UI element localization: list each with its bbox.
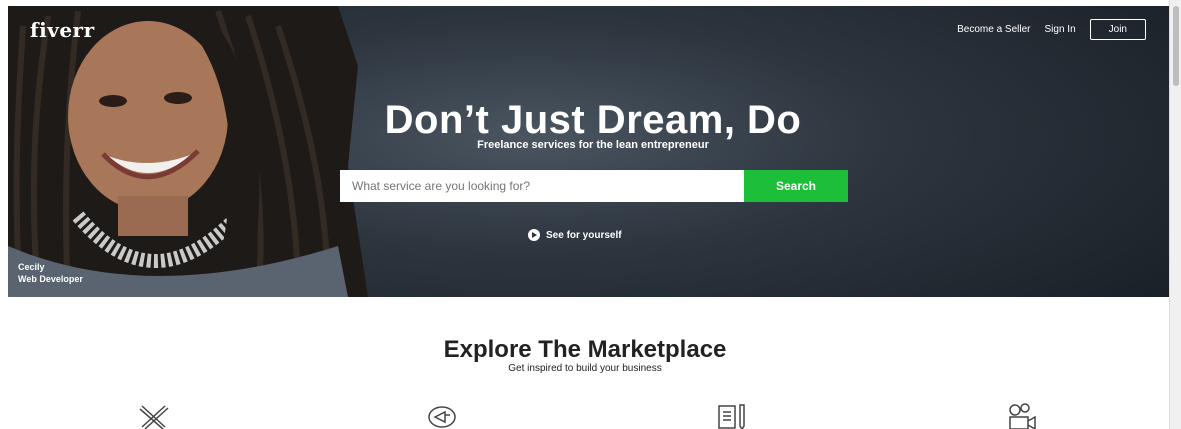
join-button[interactable]: Join <box>1089 19 1146 40</box>
caption-role: Web Developer <box>18 274 83 284</box>
sign-in-link[interactable]: Sign In <box>1045 24 1076 35</box>
see-for-yourself-link[interactable]: See for yourself <box>528 229 622 241</box>
become-seller-link[interactable]: Become a Seller <box>957 24 1030 35</box>
search-button[interactable]: Search <box>744 170 848 202</box>
video-animation-icon[interactable] <box>1005 402 1039 429</box>
caption-name: Cecily <box>18 262 45 272</box>
play-icon <box>528 229 540 241</box>
hero-banner: fiverr Become a Seller Sign In Join Don’… <box>8 6 1170 297</box>
see-for-yourself-label: See for yourself <box>546 229 622 241</box>
fiverr-logo[interactable]: fiverr <box>30 18 95 42</box>
writing-icon[interactable] <box>715 402 749 429</box>
top-nav: Become a Seller Sign In Join <box>957 19 1146 40</box>
design-tools-icon[interactable] <box>137 402 171 429</box>
search-bar: Search <box>340 170 848 202</box>
explore-title: Explore The Marketplace <box>443 336 727 363</box>
hero-headline: Don’t Just Dream, Do <box>384 98 802 142</box>
search-input[interactable] <box>340 170 744 202</box>
marketing-icon[interactable] <box>425 402 459 429</box>
explore-subtitle: Get inspired to build your business <box>508 363 662 374</box>
hero-caption: Cecily Web Developer <box>18 261 83 285</box>
page-scrollbar[interactable] <box>1169 0 1181 429</box>
scrollbar-thumb[interactable] <box>1173 6 1179 86</box>
hero-person-image <box>8 6 368 297</box>
hero-subheadline: Freelance services for the lean entrepre… <box>477 139 709 151</box>
